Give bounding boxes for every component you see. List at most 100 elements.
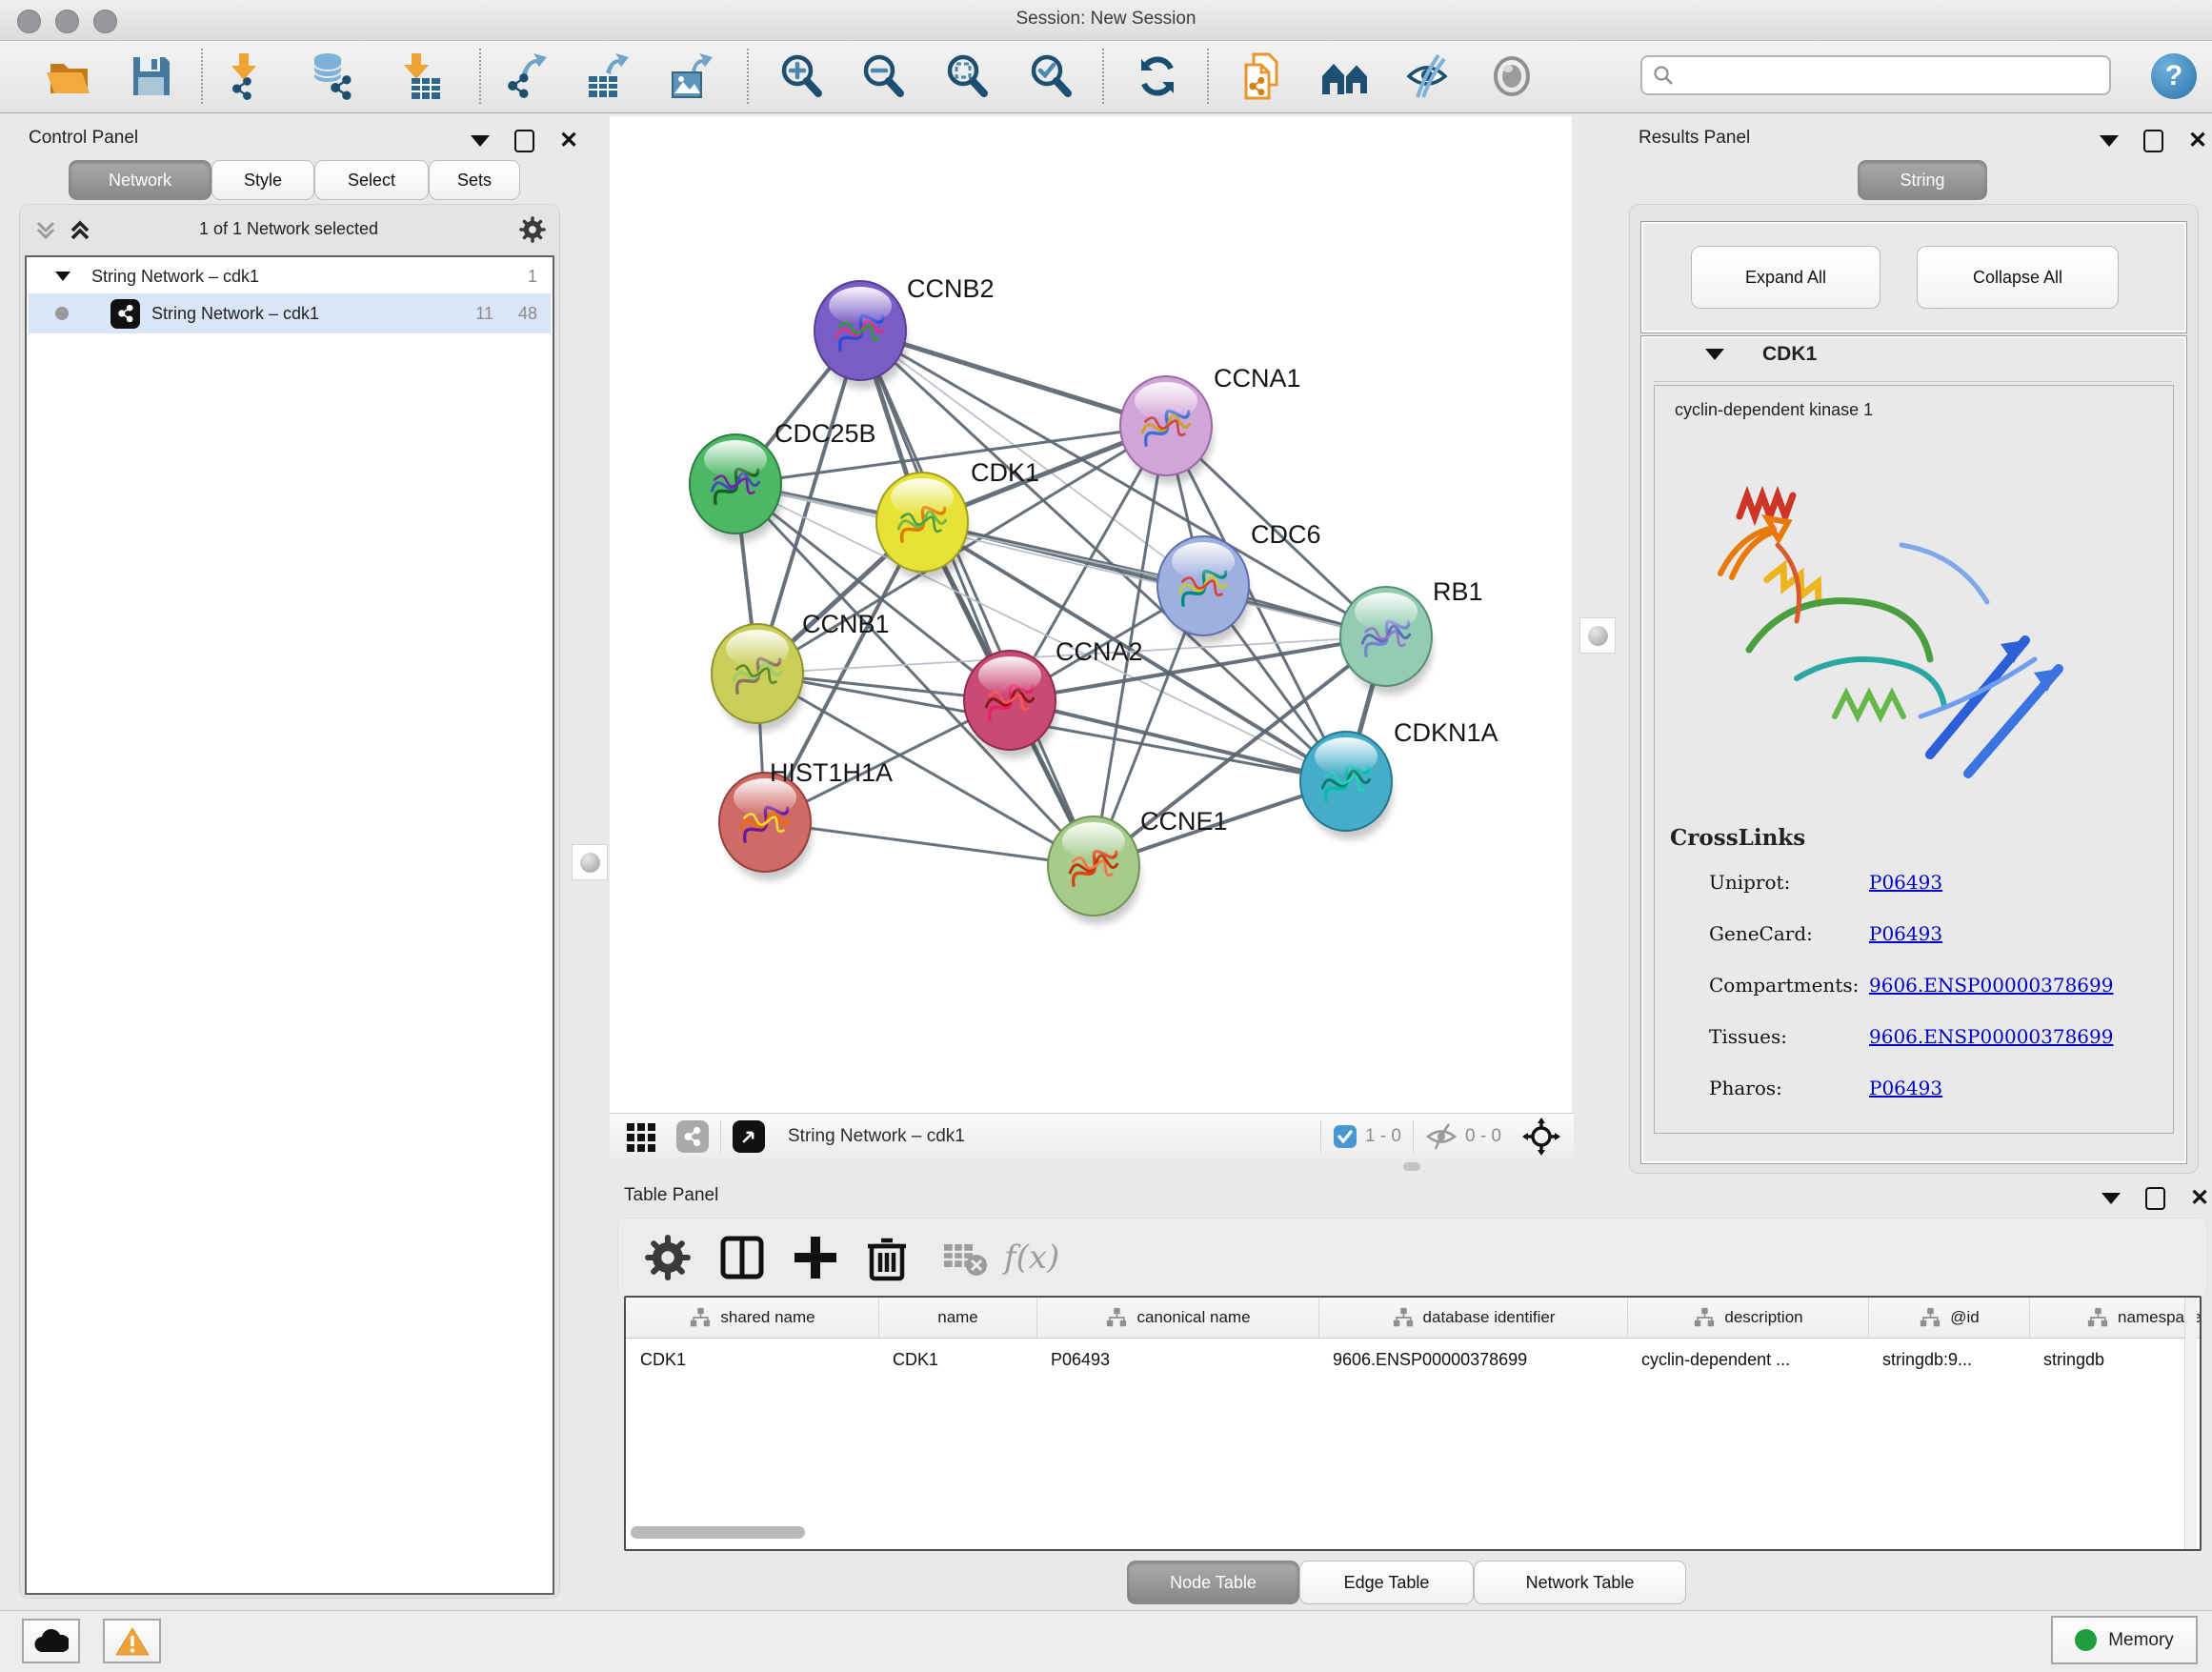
gear-icon[interactable] bbox=[643, 1233, 693, 1282]
table-tabs: Node Table Edge Table Network Table bbox=[1127, 1561, 1686, 1604]
tab-style[interactable]: Style bbox=[211, 160, 314, 200]
import-network-from-database-icon[interactable] bbox=[307, 51, 356, 101]
search-input[interactable] bbox=[1675, 65, 2109, 86]
export-table-icon[interactable] bbox=[583, 51, 633, 101]
memory-button[interactable]: Memory bbox=[2051, 1616, 2198, 1664]
selected-counts: 1 - 0 bbox=[1365, 1126, 1401, 1147]
zoom-fit-icon[interactable] bbox=[942, 51, 992, 101]
network-node-CDC25B[interactable] bbox=[690, 434, 782, 542]
network-node-CCNB1[interactable] bbox=[712, 624, 804, 732]
export-network-icon[interactable] bbox=[501, 51, 551, 101]
network-row-selected[interactable]: String Network – cdk1 11 48 bbox=[29, 293, 551, 333]
collapse-all-button[interactable]: Collapse All bbox=[1917, 246, 2119, 309]
network-node-CDK1[interactable] bbox=[876, 473, 969, 580]
network-node-HIST1H1A[interactable] bbox=[719, 773, 812, 880]
tab-string[interactable]: String bbox=[1858, 160, 1987, 200]
open-session-icon[interactable] bbox=[44, 51, 93, 101]
share-view-icon[interactable] bbox=[676, 1120, 709, 1153]
network-edge[interactable] bbox=[765, 822, 1094, 866]
column-header[interactable]: namespace bbox=[2029, 1298, 2202, 1338]
table-row[interactable]: CDK1 CDK1 P06493 9606.ENSP00000378699 cy… bbox=[626, 1339, 2200, 1380]
column-header[interactable]: @id bbox=[1868, 1298, 2029, 1338]
function-builder-icon[interactable]: f(x) bbox=[1004, 1233, 1090, 1282]
network-edge[interactable] bbox=[735, 484, 1203, 586]
right-splitter-handle[interactable] bbox=[1579, 617, 1616, 654]
crosslink-link[interactable]: P06493 bbox=[1869, 1077, 1942, 1099]
expand-all-chevron-icon[interactable] bbox=[67, 217, 93, 244]
column-header[interactable]: shared name bbox=[626, 1298, 878, 1338]
network-node-CCNE1[interactable] bbox=[1048, 816, 1140, 924]
hidden-eye-icon[interactable] bbox=[1425, 1122, 1458, 1151]
hide-selected-eye-icon[interactable] bbox=[1404, 51, 1454, 101]
export-image-icon[interactable] bbox=[667, 51, 716, 101]
refresh-icon[interactable] bbox=[1133, 51, 1182, 101]
new-network-from-selection-icon[interactable] bbox=[1238, 51, 1288, 101]
network-collection-row[interactable]: String Network – cdk1 1 bbox=[29, 259, 551, 293]
close-panel-icon[interactable]: ✕ bbox=[559, 131, 578, 151]
search-field[interactable] bbox=[1640, 55, 2111, 95]
memory-label: Memory bbox=[2108, 1630, 2174, 1651]
cloud-button[interactable] bbox=[22, 1619, 80, 1663]
expand-all-button[interactable]: Expand All bbox=[1691, 246, 1880, 309]
network-node-CDKN1A[interactable] bbox=[1300, 732, 1393, 839]
zoom-out-icon[interactable] bbox=[858, 51, 908, 101]
toolbar-separator bbox=[1207, 49, 1209, 104]
float-panel-icon[interactable] bbox=[2143, 130, 2163, 152]
help-icon[interactable]: ? bbox=[2151, 53, 2197, 99]
tab-edge-table[interactable]: Edge Table bbox=[1299, 1561, 1474, 1604]
column-header[interactable]: canonical name bbox=[1036, 1298, 1318, 1338]
birdseye-navigator-icon[interactable] bbox=[1522, 1118, 1560, 1156]
import-table-from-file-icon[interactable] bbox=[394, 51, 444, 101]
float-panel-icon[interactable] bbox=[514, 130, 534, 152]
panel-menu-icon[interactable] bbox=[2101, 1193, 2121, 1204]
network-node-CCNA1[interactable] bbox=[1120, 376, 1213, 484]
column-header[interactable]: database identifier bbox=[1318, 1298, 1627, 1338]
network-canvas[interactable]: CCNB2 CCNA1 CDC25B CDK1 CDC6 RB1 bbox=[610, 116, 1572, 1113]
panel-menu-icon[interactable] bbox=[2100, 135, 2119, 147]
network-node-RB1[interactable] bbox=[1340, 587, 1433, 695]
warning-button[interactable] bbox=[103, 1619, 161, 1663]
zoom-selected-icon[interactable] bbox=[1026, 51, 1076, 101]
vertical-scrollbar[interactable] bbox=[2184, 1298, 2197, 1549]
panel-menu-icon[interactable] bbox=[471, 135, 490, 147]
delete-table-icon[interactable] bbox=[940, 1233, 990, 1282]
open-in-new-window-icon[interactable] bbox=[733, 1120, 765, 1153]
float-panel-icon[interactable] bbox=[2145, 1187, 2165, 1210]
column-header[interactable]: description bbox=[1627, 1298, 1868, 1338]
import-network-from-file-icon[interactable] bbox=[222, 51, 271, 101]
network-column-icon bbox=[1392, 1306, 1415, 1329]
zoom-in-icon[interactable] bbox=[776, 51, 826, 101]
column-header[interactable]: name bbox=[878, 1298, 1036, 1338]
cdk1-expander-icon[interactable] bbox=[1705, 349, 1724, 360]
node-label-CDC25B: CDC25B bbox=[774, 419, 876, 448]
close-panel-icon[interactable]: ✕ bbox=[2188, 131, 2207, 151]
tab-network-table[interactable]: Network Table bbox=[1474, 1561, 1686, 1604]
bottom-splitter-handle[interactable] bbox=[1403, 1162, 1420, 1171]
collection-count: 1 bbox=[528, 267, 537, 287]
delete-column-icon[interactable] bbox=[862, 1233, 912, 1282]
save-session-icon[interactable] bbox=[126, 51, 175, 101]
crosslink-link[interactable]: P06493 bbox=[1869, 922, 1942, 945]
close-panel-icon[interactable]: ✕ bbox=[2190, 1189, 2209, 1208]
selected-checkbox-icon[interactable] bbox=[1333, 1124, 1357, 1149]
network-edge[interactable] bbox=[860, 331, 1094, 866]
crosslink-link[interactable]: P06493 bbox=[1869, 871, 1942, 894]
horizontal-scrollbar[interactable] bbox=[631, 1526, 805, 1539]
show-all-eye-icon[interactable] bbox=[1488, 51, 1538, 101]
collection-expander-icon[interactable] bbox=[55, 272, 70, 281]
add-column-icon[interactable] bbox=[791, 1233, 840, 1282]
tab-sets[interactable]: Sets bbox=[429, 160, 520, 200]
network-options-gear-icon[interactable] bbox=[518, 215, 547, 244]
tab-select[interactable]: Select bbox=[314, 160, 429, 200]
network-node-CDC6[interactable] bbox=[1157, 536, 1250, 644]
network-column-icon bbox=[1105, 1306, 1128, 1329]
crosslink-link[interactable]: 9606.ENSP00000378699 bbox=[1869, 974, 2113, 997]
tab-node-table[interactable]: Node Table bbox=[1127, 1561, 1299, 1604]
collapse-all-chevron-icon[interactable] bbox=[32, 217, 59, 244]
tab-network[interactable]: Network bbox=[69, 160, 211, 200]
grid-view-icon[interactable] bbox=[625, 1119, 659, 1154]
split-columns-icon[interactable] bbox=[717, 1233, 767, 1282]
crosslink-link[interactable]: 9606.ENSP00000378699 bbox=[1869, 1025, 2113, 1048]
left-splitter-handle[interactable] bbox=[572, 844, 608, 880]
first-neighbors-houses-icon[interactable] bbox=[1320, 51, 1370, 101]
